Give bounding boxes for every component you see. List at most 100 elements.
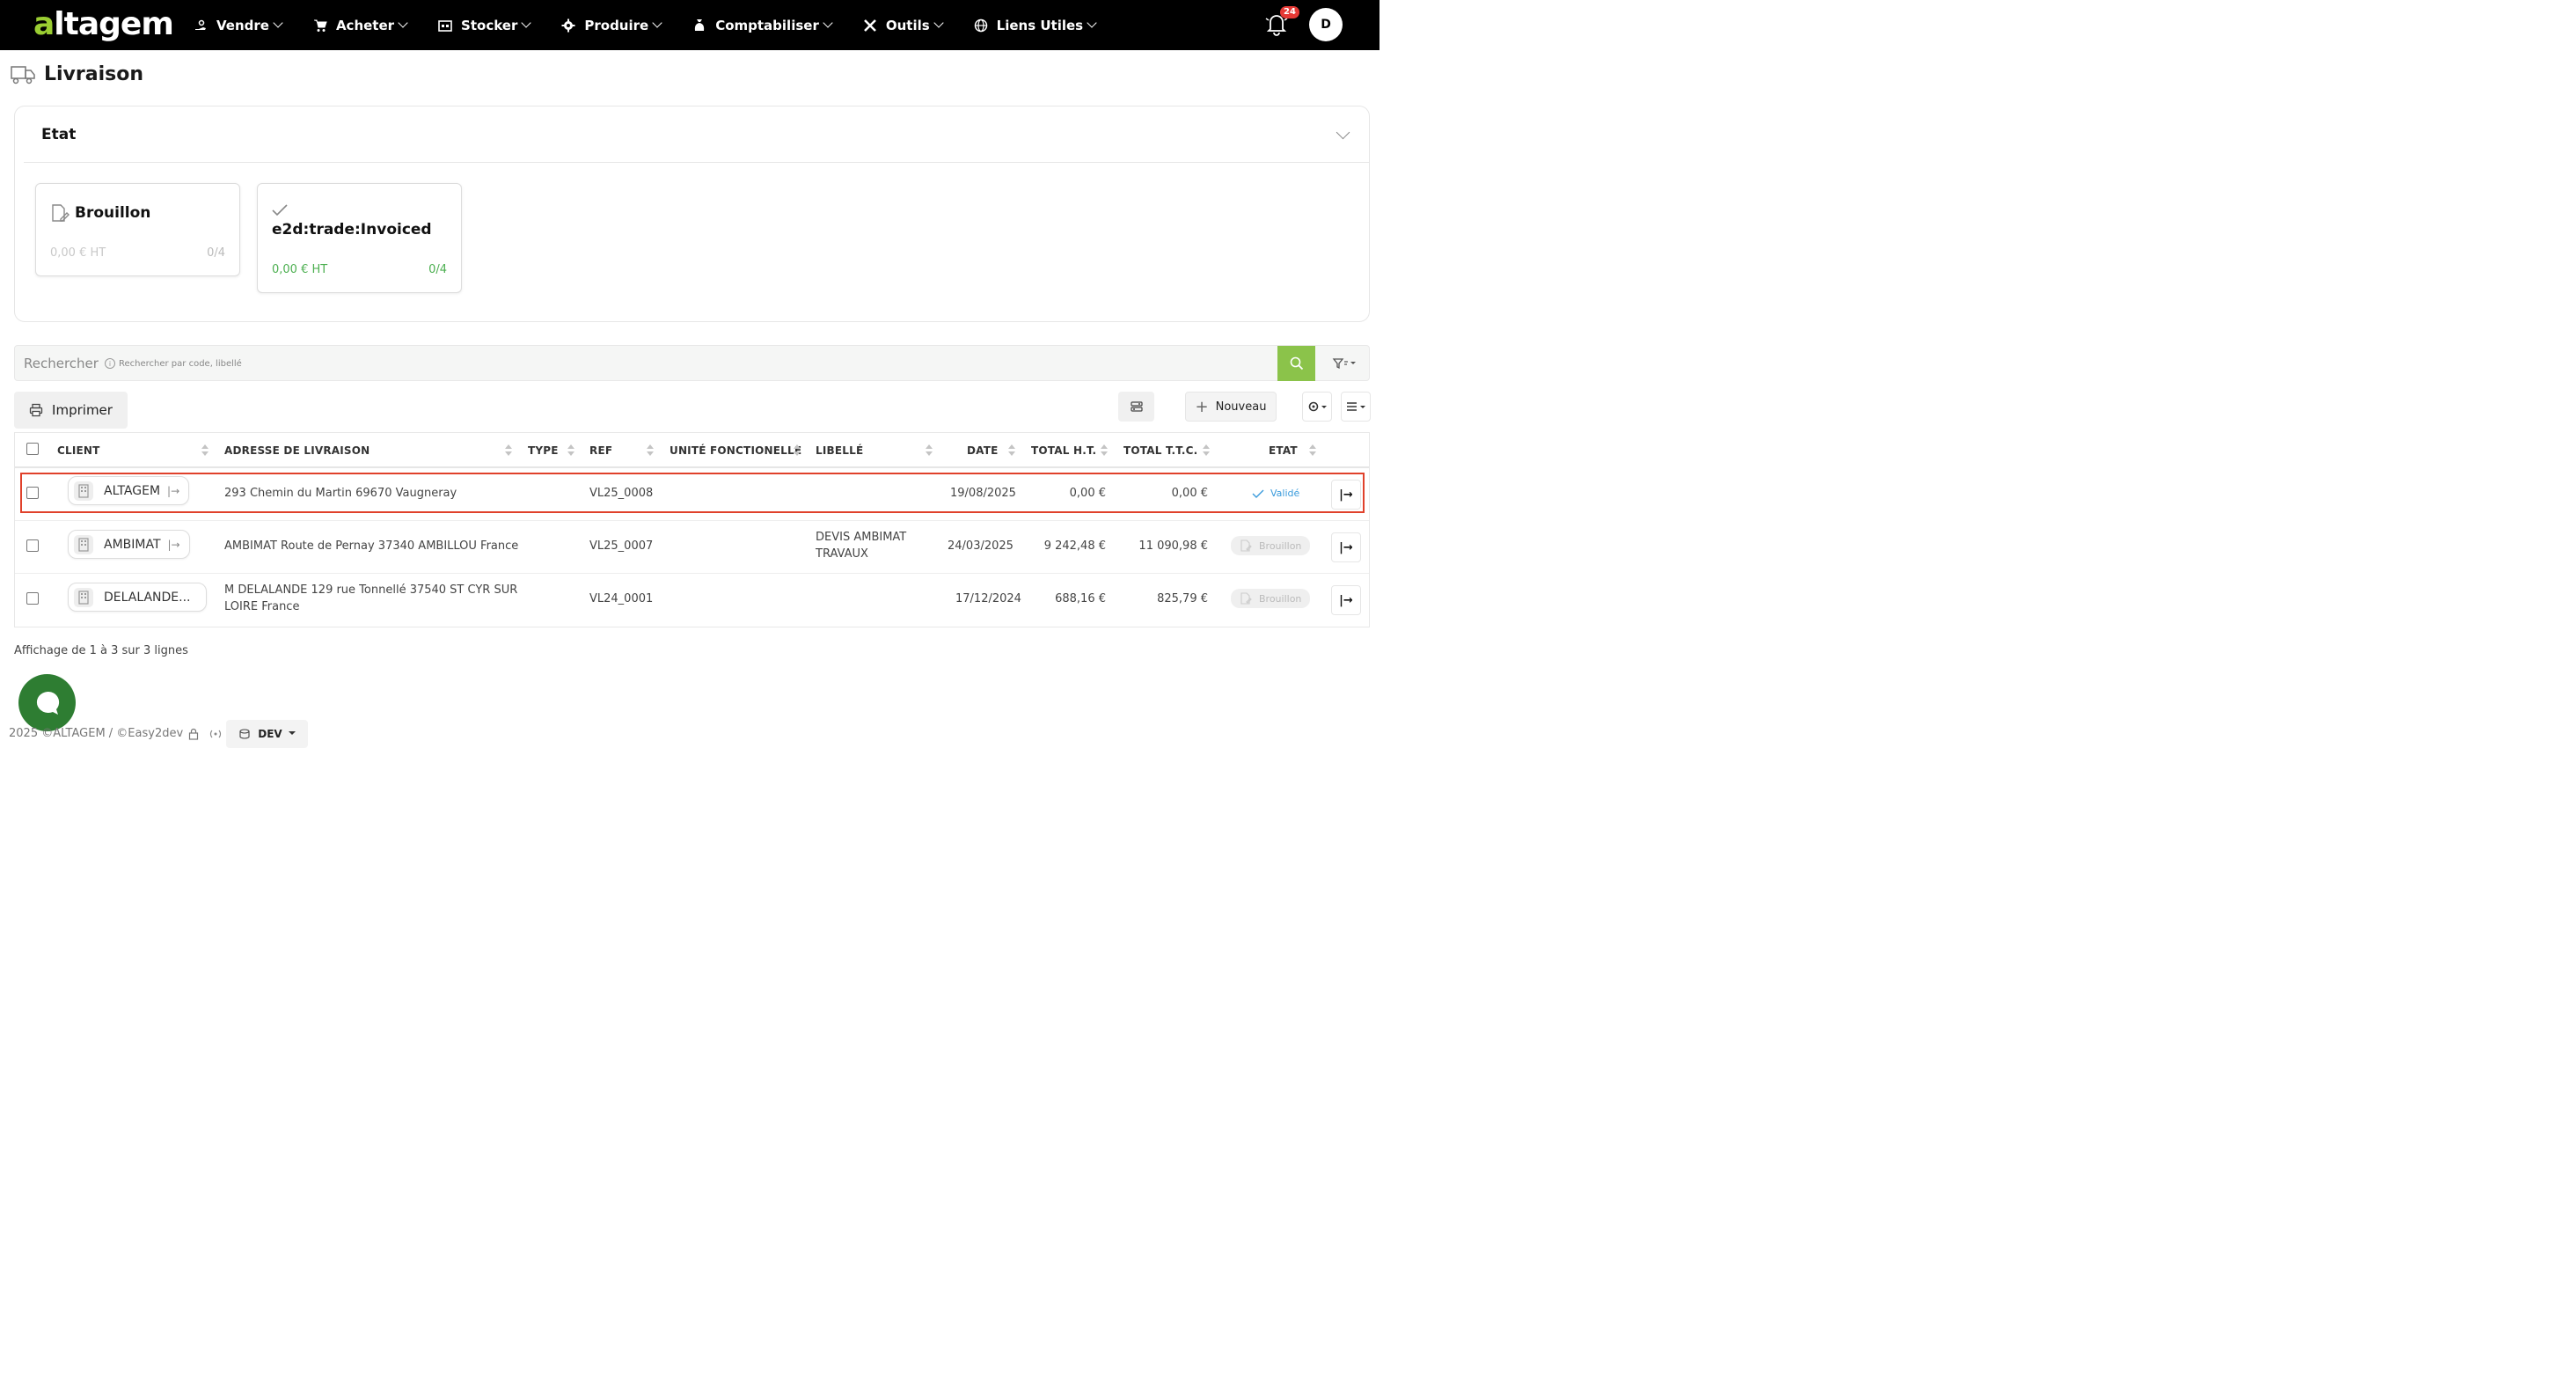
page-title: Livraison: [44, 63, 144, 85]
page-header: Livraison: [11, 63, 143, 85]
sort-icon[interactable]: [794, 444, 801, 457]
header-adresse[interactable]: ADRESSE DE LIVRAISON: [224, 444, 370, 457]
row-open-button[interactable]: |→: [1331, 480, 1361, 510]
building-icon: [74, 481, 93, 501]
chat-button[interactable]: [18, 674, 76, 731]
gear-icon: [1308, 401, 1327, 412]
user-avatar[interactable]: D: [1309, 8, 1343, 41]
cell-libelle: DEVIS AMBIMAT: [816, 531, 907, 544]
menu-acheter[interactable]: Acheter: [313, 18, 408, 33]
caret-down-icon: [288, 731, 296, 735]
cell-total-ttc: 825,79 €: [1157, 592, 1208, 605]
sort-icon[interactable]: [1203, 444, 1210, 457]
header-date[interactable]: DATE: [967, 444, 999, 457]
etat-title: Etat: [41, 126, 77, 143]
header-client[interactable]: CLIENT: [57, 444, 100, 457]
header-type[interactable]: TYPE: [528, 444, 559, 457]
sort-icon[interactable]: [926, 444, 933, 457]
printer-icon: [29, 403, 43, 417]
search-bar[interactable]: Rechercher i Rechercher par code, libell…: [14, 345, 1370, 381]
cell-total-ht: 9 242,48 €: [1043, 539, 1106, 553]
draft-document-icon: [1240, 539, 1252, 552]
row-checkbox[interactable]: [26, 539, 39, 552]
state-amount: 0,00 € HT: [272, 263, 328, 276]
print-button[interactable]: Imprimer: [14, 392, 128, 429]
divider: [24, 162, 1370, 163]
menu-stocker[interactable]: Stocker: [438, 18, 532, 33]
search-button[interactable]: [1277, 346, 1315, 381]
new-button[interactable]: + Nouveau: [1185, 392, 1277, 422]
chat-icon: [36, 691, 59, 715]
search-input[interactable]: Rechercher: [24, 356, 99, 371]
menu-comptabiliser[interactable]: Comptabiliser: [692, 18, 833, 33]
header-libelle[interactable]: LIBELLÉ: [816, 444, 863, 457]
top-navbar: altagem Vendre Acheter Stocker Produire …: [0, 0, 1379, 50]
row-checkbox[interactable]: [26, 487, 39, 499]
status-badge: Brouillon: [1231, 589, 1311, 608]
sort-icon[interactable]: [505, 444, 512, 457]
livraison-table: CLIENT ADRESSE DE LIVRAISON TYPE REF UNI…: [14, 432, 1370, 627]
environment-dropdown[interactable]: DEV: [226, 720, 308, 748]
state-count: 0/4: [207, 246, 225, 260]
search-hint: i Rechercher par code, libellé: [105, 358, 242, 369]
gear-icon: [561, 18, 575, 32]
cell-total-ttc: 11 090,98 €: [1138, 539, 1208, 553]
chevron-down-icon[interactable]: [1336, 125, 1350, 140]
row-checkbox[interactable]: [26, 592, 39, 605]
view-list-dropdown-button[interactable]: [1341, 392, 1371, 422]
notification-count-badge: 24: [1280, 6, 1299, 18]
cell-adresse: M DELALANDE 129 rue Tonnellé 37540 ST CY…: [224, 583, 518, 597]
select-all-checkbox[interactable]: [26, 443, 39, 455]
main-menu: Vendre Acheter Stocker Produire Comptabi…: [194, 0, 1127, 50]
broadcast-icon: [210, 730, 222, 737]
header-unite[interactable]: UNITÉ FONCTIONELLE: [670, 444, 801, 457]
cell-date: 19/08/2025: [950, 487, 1016, 500]
settings-dropdown-button[interactable]: [1302, 392, 1332, 422]
cell-ref: VL25_0007: [589, 539, 654, 553]
state-card-invoiced[interactable]: e2d:trade:Invoiced 0,00 € HT 0/4: [257, 183, 462, 293]
info-icon: i: [105, 358, 115, 369]
header-ref[interactable]: REF: [589, 444, 612, 457]
client-chip[interactable]: AMBIMAT |→: [68, 530, 190, 559]
cart-icon: [313, 19, 327, 32]
sort-icon[interactable]: [647, 444, 654, 457]
menu-liens-utiles[interactable]: Liens Utiles: [974, 18, 1097, 33]
sort-icon[interactable]: [567, 444, 574, 457]
row-open-button[interactable]: |→: [1331, 532, 1361, 562]
open-link-icon: |→: [167, 538, 180, 551]
columns-toggle-button[interactable]: [1118, 392, 1154, 422]
check-icon: [1252, 489, 1264, 498]
menu-vendre[interactable]: Vendre: [194, 18, 283, 33]
header-total-ttc[interactable]: TOTAL T.T.C.: [1123, 444, 1197, 457]
table-row[interactable]: ALTAGEM |→ 293 Chemin du Martin 69670 Va…: [15, 468, 1369, 521]
warehouse-icon: [438, 19, 452, 32]
state-title: e2d:trade:Invoiced: [272, 221, 432, 238]
cell-adresse: 293 Chemin du Martin 69670 Vaugneray: [224, 487, 457, 500]
menu-produire[interactable]: Produire: [561, 18, 662, 33]
hand-coins-icon: [195, 19, 206, 30]
header-total-ht[interactable]: TOTAL H.T.: [1031, 444, 1096, 457]
table-header: CLIENT ADRESSE DE LIVRAISON TYPE REF UNI…: [15, 433, 1369, 468]
header-etat[interactable]: ETAT: [1269, 444, 1298, 457]
draft-document-icon: [1240, 592, 1252, 605]
cell-total-ht: 688,16 €: [1055, 592, 1106, 605]
row-open-button[interactable]: |→: [1331, 585, 1361, 615]
filter-icon[interactable]: [1332, 356, 1358, 371]
client-chip[interactable]: ALTAGEM |→: [68, 476, 190, 505]
cell-adresse: AMBIMAT Route de Pernay 37340 AMBILLOU F…: [224, 539, 519, 553]
database-icon: [239, 729, 250, 739]
open-link-icon: |→: [167, 484, 180, 497]
building-icon: [74, 534, 93, 554]
altagem-logo[interactable]: altagem: [33, 7, 174, 42]
status-badge: Brouillon: [1231, 536, 1311, 555]
sort-icon[interactable]: [1309, 444, 1316, 457]
table-row[interactable]: AMBIMAT |→ AMBIMAT Route de Pernay 37340…: [15, 521, 1369, 574]
client-chip[interactable]: DELALANDE...: [68, 583, 208, 612]
sort-icon[interactable]: [1101, 444, 1108, 457]
menu-outils[interactable]: Outils: [863, 18, 944, 33]
sort-icon[interactable]: [1008, 444, 1015, 457]
state-card-brouillon[interactable]: Brouillon 0,00 € HT 0/4: [35, 183, 240, 276]
sort-icon[interactable]: [201, 444, 209, 457]
state-amount: 0,00 € HT: [50, 246, 106, 260]
table-row[interactable]: DELALANDE... M DELALANDE 129 rue Tonnell…: [15, 574, 1369, 627]
